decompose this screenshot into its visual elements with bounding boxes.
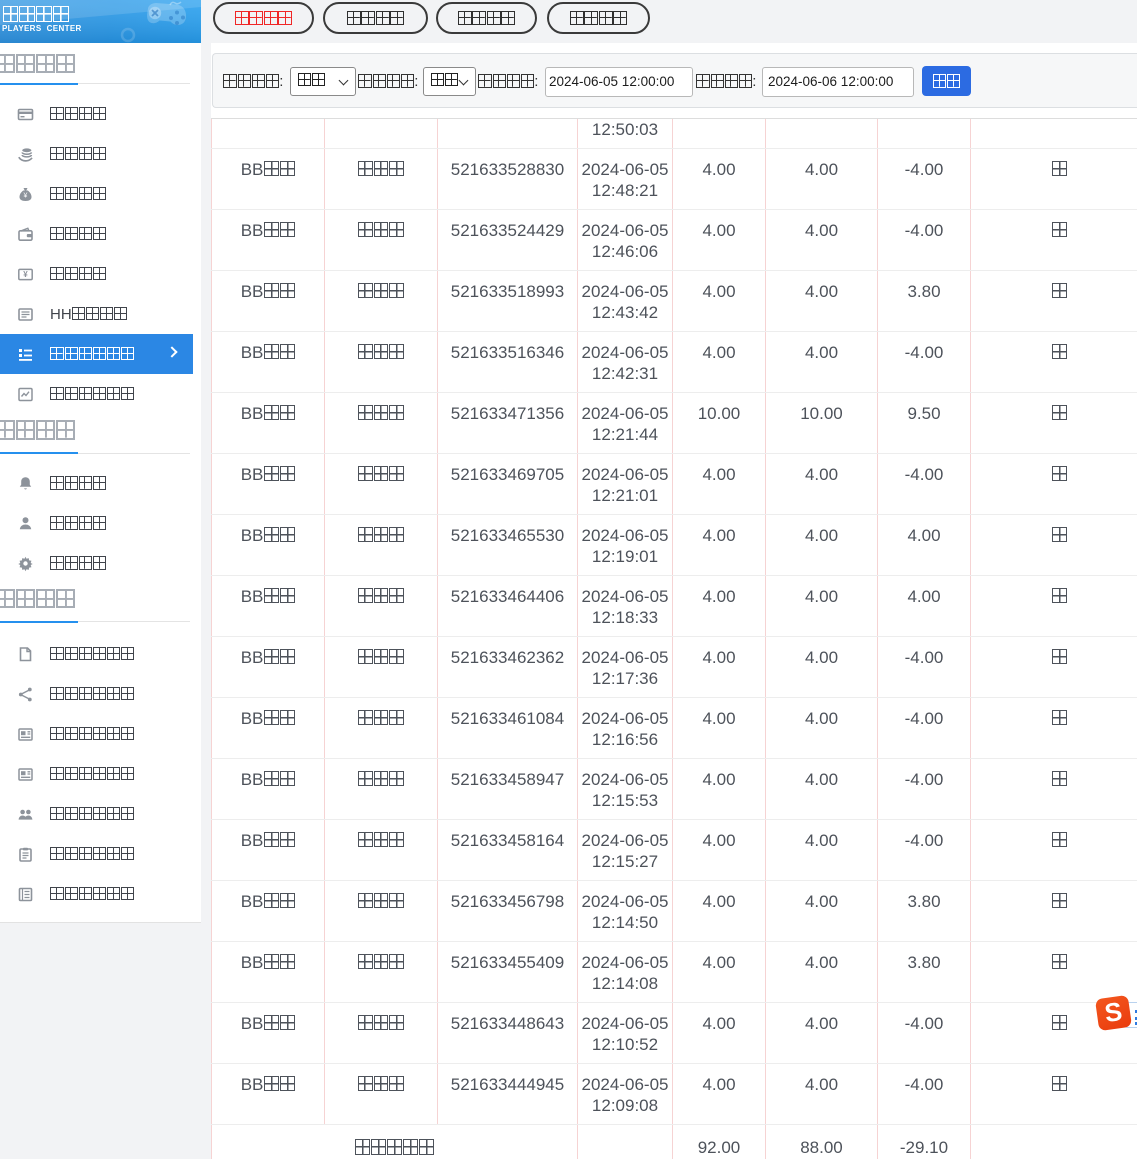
svg-text:¥: ¥ bbox=[23, 270, 28, 279]
svg-text:¥: ¥ bbox=[24, 192, 28, 199]
